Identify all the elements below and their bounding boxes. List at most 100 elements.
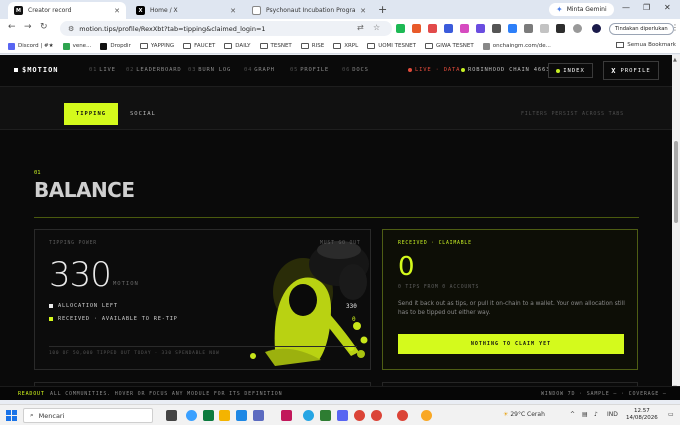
tab-creator-record[interactable]: M Creator record ✕	[8, 2, 126, 19]
action-required-button[interactable]: Tindakan diperlukan	[609, 23, 674, 35]
bookmark-folder[interactable]: XRPL	[333, 43, 358, 49]
close-icon[interactable]: ✕	[360, 7, 366, 15]
tipping-power-card[interactable]: TIPPING POWER MUST GO OUT 330 MOTION ALL…	[34, 229, 371, 370]
tab-title: Creator record	[28, 7, 72, 14]
minimize-icon[interactable]: —	[622, 3, 630, 12]
discord-icon	[8, 42, 15, 50]
extension-icon[interactable]	[396, 24, 405, 33]
gemini-button[interactable]: ✦ Minta Gemini	[549, 3, 614, 16]
tipping-power-value: 330	[49, 255, 112, 295]
nav-graph[interactable]: 04 GRAPH	[244, 67, 275, 73]
window-close-icon[interactable]: ✕	[664, 3, 671, 12]
chrome-icon[interactable]	[397, 410, 408, 421]
tray-chevron-icon[interactable]: ^	[570, 411, 575, 418]
scroll-up-icon[interactable]: ▲	[673, 57, 677, 63]
avatar[interactable]	[592, 24, 601, 33]
nav-burn-log[interactable]: 03 BURN LOG	[188, 67, 231, 73]
profile-button[interactable]: X PROFILE	[603, 61, 659, 80]
app-icon[interactable]	[281, 410, 292, 421]
bookmark-item[interactable]: Dropdir	[100, 42, 131, 50]
discord-icon[interactable]	[337, 410, 348, 421]
edge-icon[interactable]	[236, 410, 247, 421]
nav-live[interactable]: 01 LIVE	[89, 67, 116, 73]
site-info-icon[interactable]: ⚙	[68, 25, 74, 33]
nav-profile[interactable]: 05 PROFILE	[290, 67, 329, 73]
nav-docs[interactable]: 06 DOCS	[342, 67, 369, 73]
chain-dot-icon	[461, 68, 465, 72]
address-bar[interactable]: ⚙ motion.tips/profile/RexXbt?tab=tipping…	[60, 21, 392, 36]
close-icon[interactable]: ✕	[230, 7, 236, 15]
bookmark-item[interactable]: vene...	[62, 42, 91, 50]
back-icon[interactable]: ←	[8, 22, 16, 32]
menu-kebab-icon[interactable]: ⋮	[671, 23, 679, 32]
taskbar-search[interactable]: ⌕ Mencari	[23, 408, 153, 423]
tab-social[interactable]: SOCIAL	[130, 103, 156, 125]
chrome-icon[interactable]	[371, 410, 382, 421]
chrome-icon[interactable]	[354, 410, 365, 421]
close-icon[interactable]: ✕	[114, 7, 120, 15]
weather-widget[interactable]: ☀ 29°C Cerah	[503, 411, 545, 418]
live-status: LIVE · DATA	[408, 67, 460, 73]
app-icon[interactable]	[421, 410, 432, 421]
app-icon[interactable]	[320, 410, 331, 421]
index-dot-icon	[556, 68, 561, 73]
store-icon[interactable]	[253, 410, 264, 421]
bookmark-folder[interactable]: RISE	[300, 43, 324, 49]
claim-button[interactable]: NOTHING TO CLAIM YET	[398, 334, 624, 354]
nav-label: GRAPH	[254, 67, 275, 73]
extension-icon[interactable]	[556, 24, 565, 33]
brand-logo[interactable]: $MOTION	[14, 66, 59, 74]
extension-icon[interactable]	[524, 24, 533, 33]
extension-icon[interactable]	[476, 24, 485, 33]
app-icon[interactable]	[203, 410, 214, 421]
folder-icon	[259, 43, 268, 49]
bookmark-folder[interactable]: TESNET	[259, 43, 292, 49]
clock[interactable]: 12.57 14/08/2026	[626, 408, 658, 422]
bookmark-folder[interactable]: YAPPING	[139, 43, 174, 49]
forward-icon[interactable]: →	[24, 22, 32, 32]
chain-status: ROBINHOOD CHAIN 4663	[461, 67, 550, 73]
translate-icon[interactable]: ⇄	[357, 23, 364, 32]
network-icon[interactable]: ▤	[582, 411, 588, 418]
speaker-icon[interactable]: ♪	[594, 411, 598, 418]
allocation-left-row: ALLOCATION LEFT	[49, 303, 118, 309]
extension-icon[interactable]	[508, 24, 517, 33]
extension-icon[interactable]	[428, 24, 437, 33]
notification-icon[interactable]: ▭	[668, 411, 674, 418]
reload-icon[interactable]: ↻	[40, 22, 48, 32]
task-view-icon[interactable]	[166, 410, 177, 421]
index-button[interactable]: INDEX	[548, 63, 593, 78]
extension-icon[interactable]	[540, 24, 549, 33]
bookmark-star-icon[interactable]: ☆	[373, 23, 380, 32]
puzzle-extensions-icon[interactable]	[573, 24, 582, 33]
maximize-icon[interactable]: ❐	[643, 3, 650, 12]
copilot-icon[interactable]	[186, 410, 197, 421]
extension-icon[interactable]	[460, 24, 469, 33]
telegram-icon[interactable]	[303, 410, 314, 421]
windows-start-icon[interactable]	[6, 410, 17, 421]
tab-home-x[interactable]: X Home / X ✕	[130, 2, 242, 19]
extension-icon[interactable]	[444, 24, 453, 33]
bookmark-label: FAUCET	[194, 43, 216, 49]
readout-window: WINDOW 7D · SAMPLE – · COVERAGE –	[541, 391, 667, 397]
nav-leaderboard[interactable]: 02 LEADERBOARD	[126, 67, 181, 73]
bookmark-folder[interactable]: FAUCET	[183, 43, 215, 49]
folder-icon	[424, 43, 433, 49]
bookmark-folder[interactable]: GIWA TESNET	[424, 43, 474, 49]
tab-psychonaut[interactable]: Psychonaut Incubation Progra... ✕	[246, 2, 372, 19]
language-indicator[interactable]: IND	[607, 411, 618, 418]
extension-icon[interactable]	[492, 24, 501, 33]
all-bookmarks-button[interactable]: Semua Bookmark	[612, 42, 676, 48]
index-label: INDEX	[563, 67, 585, 74]
claimable-card[interactable]: RECEIVED · CLAIMABLE 0 0 TIPS FROM 0 ACC…	[382, 229, 638, 370]
bookmark-folder[interactable]: UOMI TESNET	[367, 43, 416, 49]
new-tab-icon[interactable]: +	[378, 3, 387, 16]
metamask-icon[interactable]	[412, 24, 421, 33]
page-scrollbar[interactable]: ▲ ▼	[672, 55, 680, 394]
file-explorer-icon[interactable]	[219, 410, 230, 421]
scroll-thumb[interactable]	[674, 141, 678, 223]
tab-tipping[interactable]: TIPPING	[64, 103, 118, 125]
bookmark-item[interactable]: Discord | #★	[8, 42, 54, 50]
bookmark-folder[interactable]: DAILY	[224, 43, 251, 49]
bookmark-item[interactable]: onchaingm.com/de...	[482, 42, 551, 50]
